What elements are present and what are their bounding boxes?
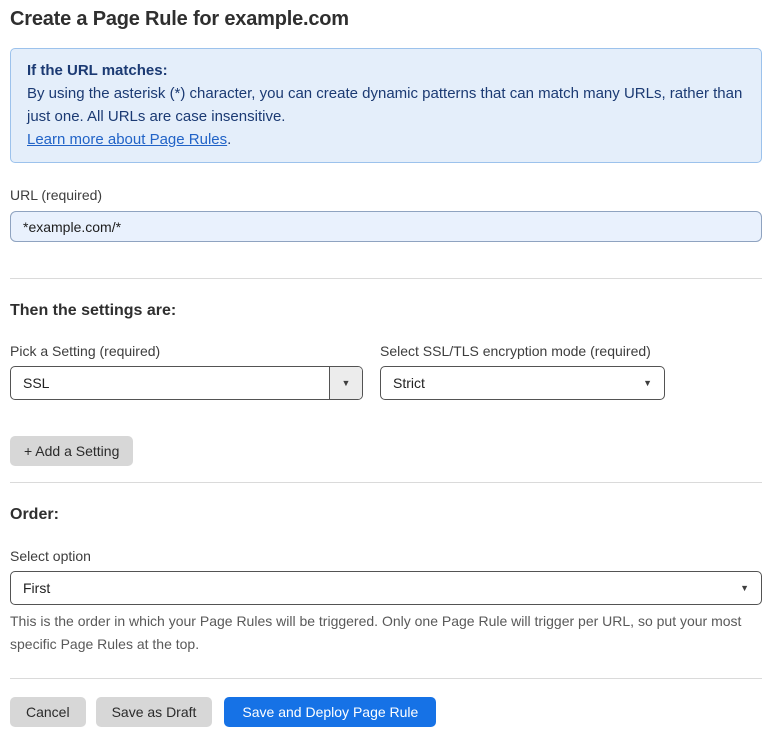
- info-box-link-line: Learn more about Page Rules.: [27, 128, 745, 151]
- footer-button-row: Cancel Save as Draft Save and Deploy Pag…: [10, 697, 762, 727]
- divider-after-settings: [10, 482, 762, 483]
- add-setting-button[interactable]: + Add a Setting: [10, 436, 134, 466]
- order-select-label: Select option: [10, 548, 91, 564]
- setting-picker-value: SSL: [23, 375, 50, 391]
- chevron-down-icon: ▼: [643, 377, 652, 388]
- order-dropdown-value: First: [23, 580, 51, 596]
- ssl-mode-value: Strict: [393, 375, 425, 391]
- chevron-down-icon: ▼: [740, 582, 749, 593]
- info-box-heading: If the URL matches:: [27, 62, 168, 79]
- setting-picker-column: Pick a Setting (required) SSL ▼: [10, 343, 363, 400]
- order-section-heading: Order:: [10, 506, 59, 523]
- ssl-mode-dropdown[interactable]: Strict ▼: [380, 366, 665, 400]
- info-box-body: By using the asterisk (*) character, you…: [27, 85, 743, 125]
- divider-after-url: [10, 278, 762, 279]
- url-field-label: URL (required): [10, 187, 103, 203]
- ssl-mode-label: Select SSL/TLS encryption mode (required…: [380, 343, 651, 359]
- link-suffix-text: .: [227, 131, 232, 148]
- settings-section-heading: Then the settings are:: [10, 302, 177, 319]
- setting-picker-arrow-box[interactable]: ▼: [329, 367, 362, 399]
- ssl-mode-column: Select SSL/TLS encryption mode (required…: [380, 343, 665, 400]
- setting-picker-dropdown[interactable]: SSL ▼: [10, 366, 363, 400]
- divider-before-footer: [10, 678, 762, 679]
- learn-more-link[interactable]: Learn more about Page Rules: [27, 131, 227, 148]
- chevron-down-icon: ▼: [341, 378, 351, 388]
- order-help-text: This is the order in which your Page Rul…: [10, 613, 742, 652]
- url-match-info-box: If the URL matches: By using the asteris…: [10, 48, 762, 163]
- page-title: Create a Page Rule for example.com: [10, 8, 349, 30]
- order-dropdown[interactable]: First ▼: [10, 571, 762, 605]
- save-as-draft-button[interactable]: Save as Draft: [95, 697, 213, 727]
- cancel-button[interactable]: Cancel: [10, 697, 86, 727]
- setting-picker-label: Pick a Setting (required): [10, 343, 161, 359]
- page-rule-form: Create a Page Rule for example.com If th…: [0, 0, 772, 741]
- url-input[interactable]: [10, 211, 762, 242]
- save-and-deploy-button[interactable]: Save and Deploy Page Rule: [224, 697, 437, 727]
- settings-row: Pick a Setting (required) SSL ▼ Select S…: [10, 343, 762, 400]
